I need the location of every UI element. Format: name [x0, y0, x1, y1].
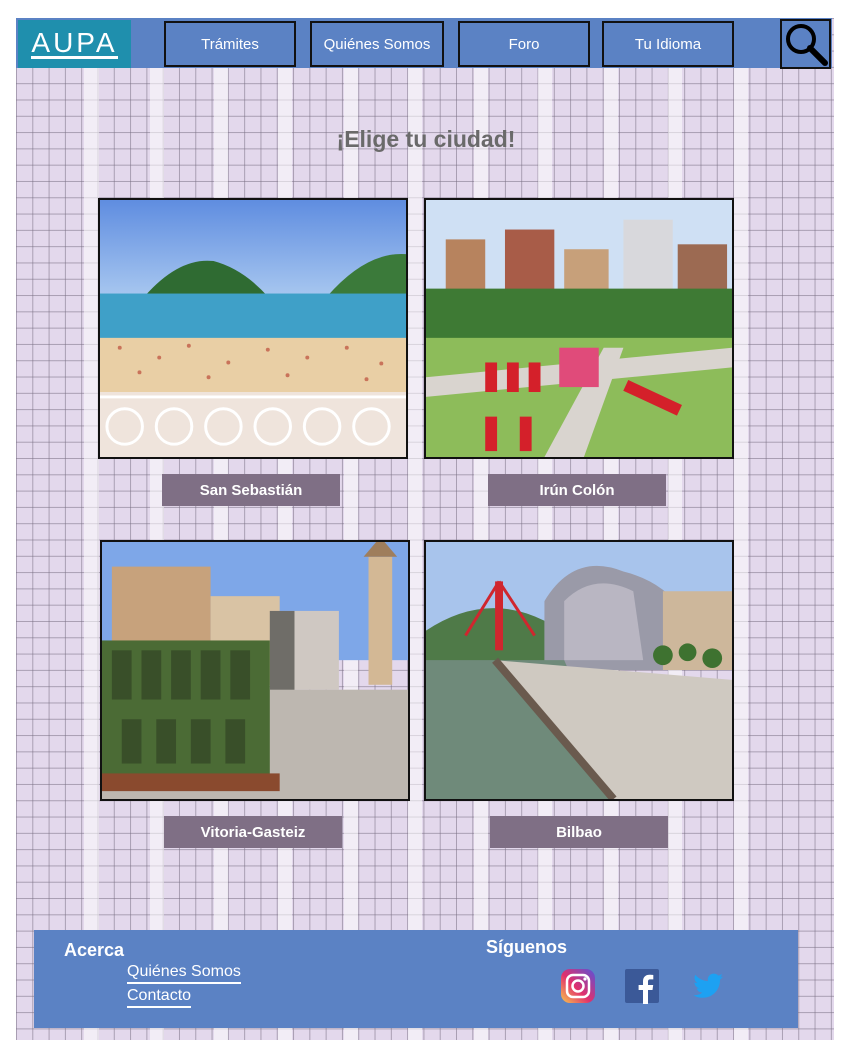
footer: Acerca Quiénes Somos Contacto Síguenos — [34, 930, 798, 1028]
wireframe-grid-background — [16, 18, 834, 1040]
grid-column-stripe — [538, 18, 552, 1040]
search-button[interactable] — [780, 19, 831, 69]
city-label: Bilbao — [556, 823, 602, 841]
footer-link-contacto[interactable]: Contacto — [127, 987, 192, 1008]
search-icon — [786, 24, 828, 66]
grid-column-stripe — [150, 18, 164, 1040]
nav-label: Quiénes Somos — [323, 35, 431, 53]
nav-label: Tu Idioma — [634, 35, 702, 53]
bilbao-photo[interactable] — [424, 540, 734, 801]
city-label: Irún Colón — [539, 481, 615, 499]
footer-about-heading: Acerca — [64, 940, 125, 960]
instagram-icon[interactable] — [560, 968, 596, 1004]
city-button-vitoria-gasteiz[interactable]: Vitoria-Gasteiz — [164, 816, 342, 848]
irun-colon-photo[interactable] — [424, 198, 734, 459]
grid-column-stripe — [84, 18, 99, 1040]
vitoria-gasteiz-photo[interactable] — [100, 540, 410, 801]
nav-tramites-button[interactable]: Trámites — [164, 21, 296, 67]
footer-link-quienes-somos[interactable]: Quiénes Somos — [127, 963, 241, 984]
grid-column-stripe — [278, 18, 292, 1040]
city-button-irun-colon[interactable]: Irún Colón — [488, 474, 666, 506]
nav-quienes-somos-button[interactable]: Quiénes Somos — [310, 21, 444, 67]
city-button-bilbao[interactable]: Bilbao — [490, 816, 668, 848]
facebook-icon[interactable] — [624, 968, 660, 1004]
san-sebastian-photo[interactable] — [98, 198, 408, 459]
grid-column-stripe — [474, 18, 488, 1040]
nav-foro-button[interactable]: Foro — [458, 21, 590, 67]
city-button-san-sebastian[interactable]: San Sebastián — [162, 474, 340, 506]
page-title: ¡Elige tu ciudad! — [336, 126, 516, 152]
city-label: San Sebastián — [199, 481, 303, 499]
nav-label: Trámites — [201, 35, 259, 53]
nav-tu-idioma-button[interactable]: Tu Idioma — [602, 21, 734, 67]
grid-column-stripe — [668, 18, 682, 1040]
nav-label: Foro — [508, 35, 540, 53]
grid-column-stripe — [408, 18, 422, 1040]
footer-follow-heading: Síguenos — [486, 937, 568, 957]
grid-column-stripe — [604, 18, 618, 1040]
twitter-icon[interactable] — [690, 968, 726, 1004]
city-label: Vitoria-Gasteiz — [200, 823, 306, 841]
grid-column-stripe — [344, 18, 358, 1040]
grid-column-stripe — [734, 18, 748, 1040]
grid-column-stripe — [214, 18, 228, 1040]
aupa-logo[interactable]: AUPA — [18, 20, 131, 68]
logo-text: AUPA — [31, 26, 118, 59]
